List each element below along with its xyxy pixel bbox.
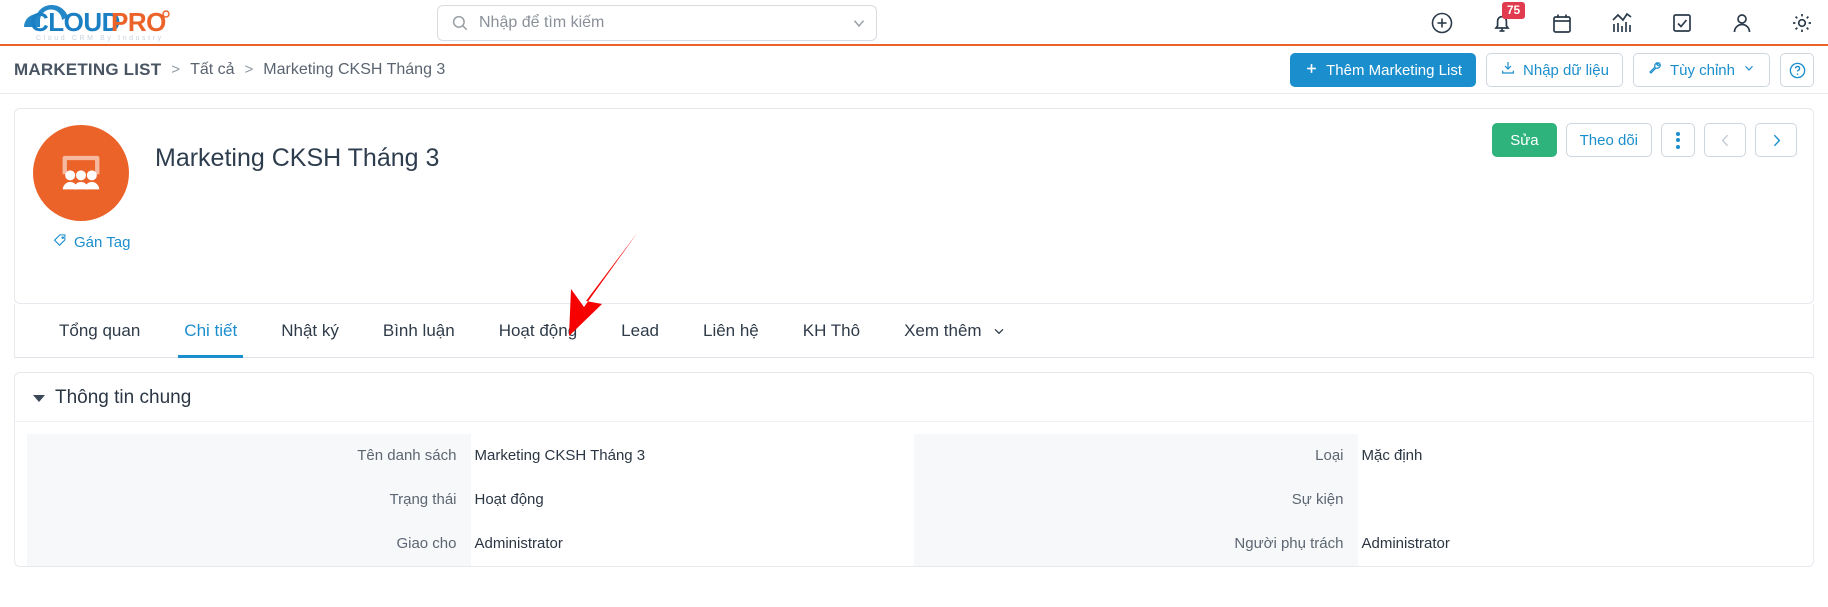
breadcrumb-item-current: Marketing CKSH Tháng 3: [263, 60, 446, 78]
cloudpro-logo[interactable]: CLOUD PRO Cloud CRM By Industry: [14, 1, 214, 43]
field-value: Marketing CKSH Tháng 3: [474, 447, 646, 464]
tab-lead[interactable]: Lead: [599, 304, 681, 358]
tab-label: Liên hệ: [702, 320, 759, 340]
top-app-bar: CLOUD PRO Cloud CRM By Industry Nhập để …: [0, 0, 1828, 46]
vertical-dots-icon: [1676, 131, 1680, 149]
tab-label: Hoạt động: [498, 320, 578, 340]
follow-button[interactable]: Theo dõi: [1565, 123, 1652, 157]
section-title: Thông tin chung: [55, 387, 192, 408]
tag-icon: [53, 233, 68, 252]
user-icon[interactable]: [1730, 11, 1754, 35]
field-label: Sự kiện: [914, 478, 1358, 522]
tab-label: KH Thô: [802, 320, 861, 340]
field-value: [1358, 478, 1802, 522]
breadcrumb-actions: Thêm Marketing List Nhập dữ liệu Tùy chỉ…: [1290, 46, 1814, 94]
field-row: Tên danh sách Marketing CKSH Tháng 3: [27, 434, 914, 478]
field-value: Administrator: [1361, 535, 1450, 552]
import-icon: [1500, 60, 1516, 80]
import-data-button[interactable]: Nhập dữ liệu: [1486, 53, 1623, 87]
chevron-down-icon: [1742, 61, 1756, 79]
task-check-icon[interactable]: [1670, 11, 1694, 35]
field-label: Người phụ trách: [914, 522, 1358, 566]
global-search[interactable]: [437, 5, 877, 41]
tab-chi-tiet[interactable]: Chi tiết: [162, 304, 259, 358]
field-column-left: Tên danh sách Marketing CKSH Tháng 3 Trạ…: [27, 434, 914, 566]
record-action-group: Sửa Theo dõi: [1492, 123, 1797, 157]
page-title: Marketing CKSH Tháng 3: [155, 144, 440, 172]
breadcrumb-separator-icon: >: [244, 61, 254, 78]
tab-label: Nhật ký: [281, 320, 339, 340]
notification-badge: 75: [1502, 2, 1525, 19]
customize-button[interactable]: Tùy chỉnh: [1632, 53, 1770, 87]
svg-text:CLOUD: CLOUD: [30, 7, 120, 37]
breadcrumb-item-all[interactable]: Tất cả: [190, 61, 234, 79]
breadcrumb-bar: MARKETING LIST > Tất cả > Marketing CKSH…: [0, 46, 1828, 94]
breadcrumb-separator-icon: >: [171, 61, 181, 78]
field-row: Sự kiện: [914, 478, 1801, 522]
field-value: Administrator: [474, 535, 563, 552]
field-row: Giao cho Administrator: [27, 522, 914, 566]
gear-icon[interactable]: [1790, 11, 1814, 35]
wrench-icon: [1647, 60, 1663, 80]
tab-binh-luan[interactable]: Bình luận: [361, 304, 477, 358]
help-button[interactable]: [1780, 53, 1814, 87]
plus-icon: [1304, 61, 1319, 80]
tab-label: Lead: [621, 320, 659, 340]
search-icon: [451, 14, 469, 32]
tab-label: Chi tiết: [184, 320, 238, 340]
tab-xem-them[interactable]: Xem thêm: [882, 304, 1028, 358]
record-header-card: Marketing CKSH Tháng 3 Gán Tag Sửa Theo …: [14, 108, 1814, 304]
edit-button[interactable]: Sửa: [1492, 123, 1557, 157]
field-row: Người phụ trách Administrator: [914, 522, 1801, 566]
field-row: Trạng thái Hoạt động: [27, 478, 914, 522]
next-record-button[interactable]: [1755, 123, 1797, 157]
tab-label: Bình luận: [382, 320, 455, 340]
calendar-icon[interactable]: [1550, 11, 1574, 35]
header-icon-group: 75: [1430, 0, 1814, 46]
follow-label: Theo dõi: [1579, 131, 1638, 149]
add-marketing-list-button[interactable]: Thêm Marketing List: [1290, 53, 1477, 87]
more-actions-button[interactable]: [1661, 123, 1695, 157]
previous-record-button[interactable]: [1704, 123, 1746, 157]
field-value: Mặc định: [1361, 447, 1423, 464]
field-column-right: Loại Mặc định Sự kiện Người phụ trách Ad…: [914, 434, 1801, 566]
add-circle-icon[interactable]: [1430, 11, 1454, 35]
tab-hoat-dong[interactable]: Hoạt động: [477, 304, 599, 358]
assign-tag-label: Gán Tag: [74, 234, 131, 251]
svg-text:PRO: PRO: [111, 7, 166, 37]
edit-label: Sửa: [1510, 131, 1539, 149]
avatar: [33, 125, 129, 221]
breadcrumb-root[interactable]: MARKETING LIST: [14, 60, 161, 80]
record-tabs: Tổng quan Chi tiết Nhật ký Bình luận Hoạ…: [14, 304, 1814, 358]
svg-text:Cloud CRM By Industry: Cloud CRM By Industry: [36, 35, 164, 42]
tab-label: Tổng quan: [59, 320, 141, 340]
field-row: Loại Mặc định: [914, 434, 1801, 478]
tab-lien-he[interactable]: Liên hệ: [681, 304, 781, 358]
chevron-down-icon: [991, 323, 1007, 339]
detail-panel: Thông tin chung Tên danh sách Marketing …: [14, 372, 1814, 567]
section-header-thong-tin-chung[interactable]: Thông tin chung: [15, 373, 1813, 422]
caret-down-icon[interactable]: [33, 394, 45, 402]
tab-kh-tho[interactable]: KH Thô: [781, 304, 882, 358]
field-grid: Tên danh sách Marketing CKSH Tháng 3 Trạ…: [15, 422, 1813, 566]
tab-nhat-ky[interactable]: Nhật ký: [259, 304, 361, 358]
field-label: Loại: [914, 434, 1358, 478]
field-label: Tên danh sách: [27, 434, 471, 478]
audience-presentation-icon: [55, 145, 107, 202]
search-input[interactable]: [479, 14, 842, 32]
tab-tong-quan[interactable]: Tổng quan: [37, 304, 162, 358]
import-data-label: Nhập dữ liệu: [1523, 61, 1609, 79]
customize-label: Tùy chỉnh: [1669, 61, 1735, 79]
chevron-down-icon[interactable]: [842, 14, 876, 32]
tab-label: Xem thêm: [904, 320, 982, 340]
bell-icon[interactable]: 75: [1490, 2, 1525, 35]
analytics-icon[interactable]: [1610, 11, 1634, 35]
field-label: Giao cho: [27, 522, 471, 566]
field-value: Hoạt động: [474, 491, 544, 508]
field-label: Trạng thái: [27, 478, 471, 522]
breadcrumb: MARKETING LIST > Tất cả > Marketing CKSH…: [14, 60, 445, 80]
assign-tag-link[interactable]: Gán Tag: [53, 233, 130, 252]
add-marketing-list-label: Thêm Marketing List: [1326, 61, 1463, 79]
